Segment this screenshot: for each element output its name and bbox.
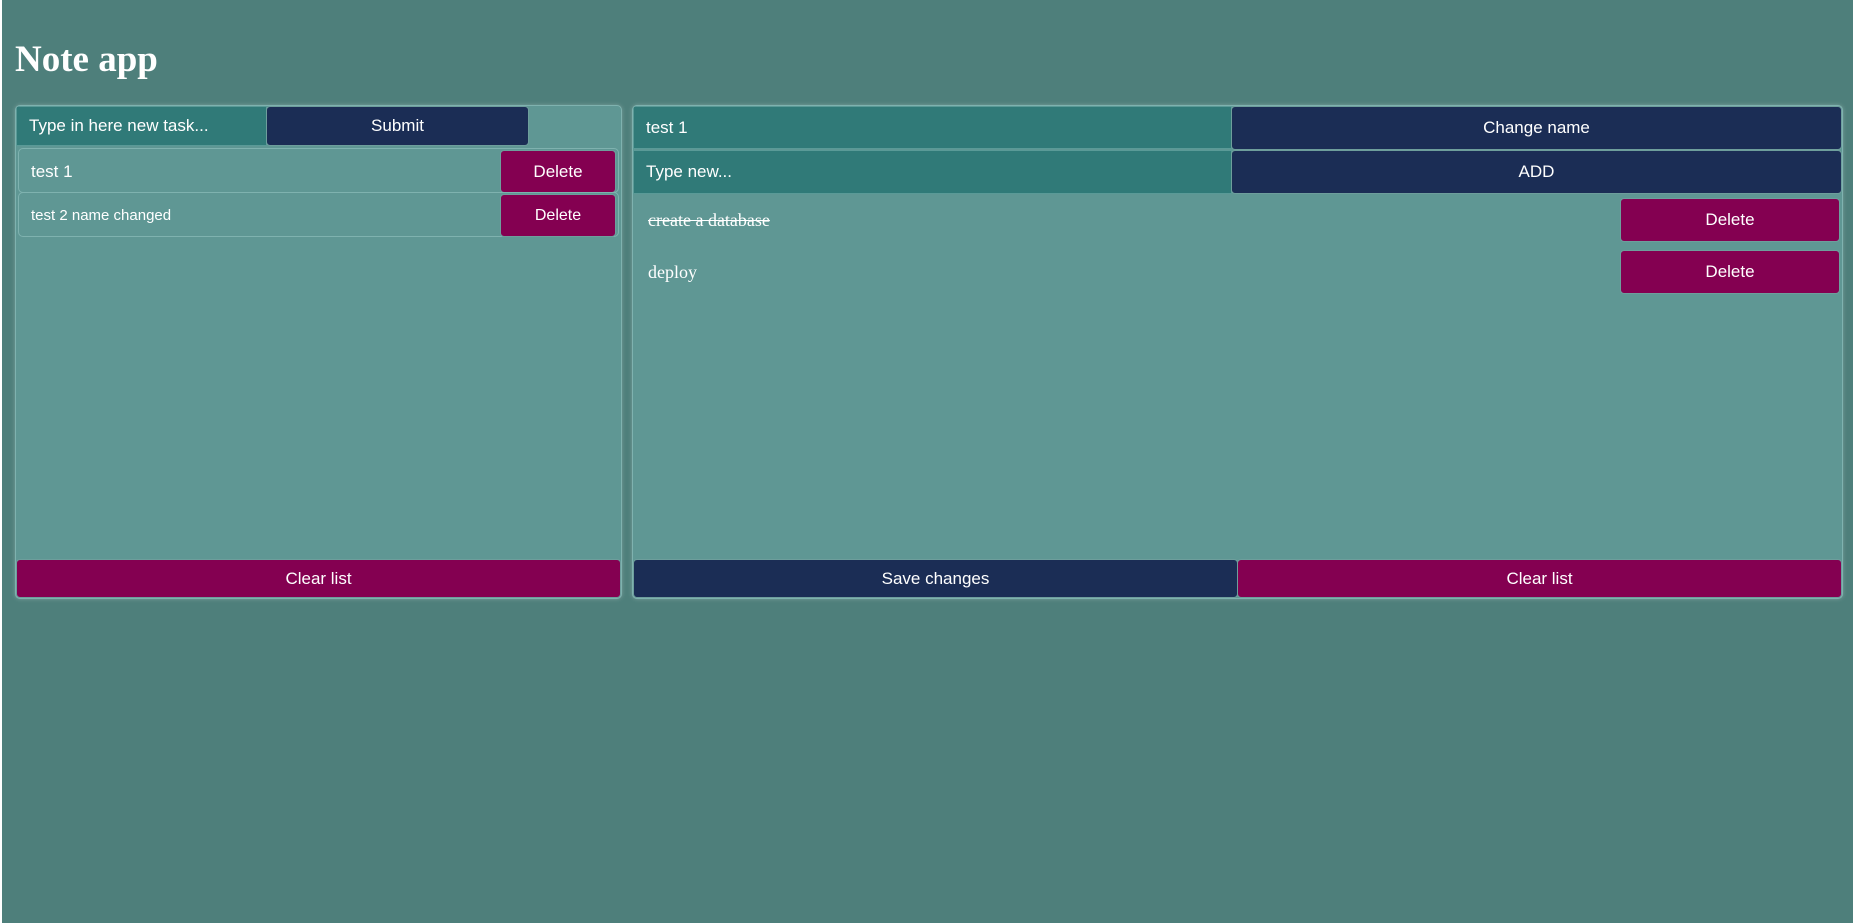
save-changes-button[interactable]: Save changes — [633, 559, 1238, 598]
note-item[interactable]: test 2 name changed Delete — [18, 192, 619, 237]
task-item[interactable]: create a database Delete — [633, 197, 1842, 244]
delete-task-button[interactable]: Delete — [1620, 198, 1840, 242]
submit-button[interactable]: Submit — [266, 106, 529, 146]
delete-task-button[interactable]: Delete — [1620, 250, 1840, 294]
task-item-label[interactable]: deploy — [648, 249, 697, 296]
clear-tasks-button[interactable]: Clear list — [1237, 559, 1842, 598]
change-name-button[interactable]: Change name — [1231, 106, 1842, 150]
clear-notes-button[interactable]: Clear list — [16, 559, 621, 598]
note-item[interactable]: test 1 Delete — [18, 148, 619, 193]
delete-note-button[interactable]: Delete — [500, 194, 616, 237]
task-item[interactable]: deploy Delete — [633, 249, 1842, 296]
note-detail-panel: Change name ADD create a database Delete… — [632, 105, 1843, 599]
new-note-input[interactable] — [16, 106, 267, 146]
new-task-input[interactable] — [633, 150, 1232, 194]
page-title: Note app — [15, 39, 158, 80]
note-name-input[interactable] — [633, 106, 1232, 149]
delete-note-button[interactable]: Delete — [500, 150, 616, 193]
task-item-label[interactable]: create a database — [648, 197, 770, 244]
note-item-label[interactable]: test 2 name changed — [31, 193, 171, 238]
notes-panel: Submit test 1 Delete test 2 name changed… — [15, 105, 622, 599]
note-app: Note app Submit test 1 Delete test 2 nam… — [2, 0, 1853, 923]
add-task-button[interactable]: ADD — [1231, 150, 1842, 194]
note-item-label[interactable]: test 1 — [31, 149, 73, 194]
